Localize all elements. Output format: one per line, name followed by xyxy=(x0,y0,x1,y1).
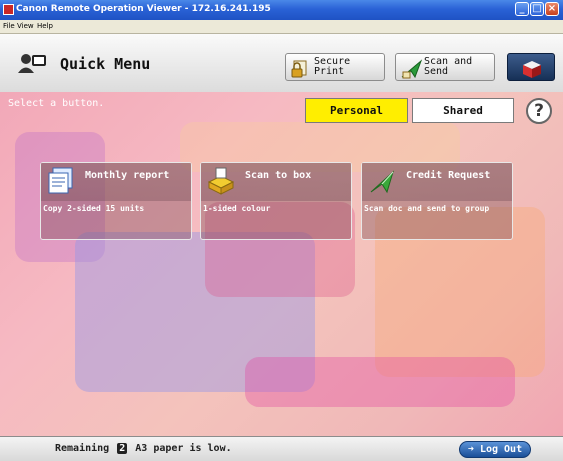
scan-to-box-icon xyxy=(206,166,236,196)
credit-request-desc: Scan doc and send to group xyxy=(364,204,490,213)
menu-file[interactable]: File xyxy=(3,22,15,30)
scan-to-box-title: Scan to box xyxy=(245,170,312,181)
scan-to-box-button[interactable]: Scan to box 1-sided colour xyxy=(200,162,352,240)
title-bar[interactable]: Canon Remote Operation Viewer - 172.16.2… xyxy=(0,0,563,20)
tab-shared[interactable]: Shared xyxy=(412,98,514,123)
status-prefix: Remaining xyxy=(55,443,110,454)
background-shape xyxy=(245,357,515,407)
minimize-icon[interactable]: _ xyxy=(515,2,529,16)
scan-send-label-2: Send xyxy=(424,66,449,77)
scan-send-icon xyxy=(367,166,397,196)
menu-view[interactable]: View xyxy=(17,22,34,30)
header-bar: Quick Menu Secure Print Scan and Send xyxy=(0,34,563,93)
status-monitor-button[interactable] xyxy=(507,53,555,81)
menu-help[interactable]: Help xyxy=(37,22,53,30)
status-message: Remaining 2 A3 paper is low. xyxy=(55,443,232,454)
tab-personal[interactable]: Personal xyxy=(305,98,408,123)
logout-label: Log Out xyxy=(479,444,523,455)
secure-print-icon xyxy=(291,59,313,79)
logout-button[interactable]: ➜ Log Out xyxy=(459,441,531,458)
copy-icon xyxy=(46,166,76,196)
cube-icon xyxy=(521,59,543,79)
app-window: Canon Remote Operation Viewer - 172.16.2… xyxy=(0,0,563,461)
menu-bar: File View Help xyxy=(0,20,563,34)
paper-tray-badge: 2 xyxy=(117,443,128,454)
scan-and-send-button[interactable]: Scan and Send xyxy=(395,53,495,81)
monthly-report-button[interactable]: Monthly report Copy 2-sided 15 units xyxy=(40,162,192,240)
page-title: Quick Menu xyxy=(60,55,151,73)
secure-print-label-2: Print xyxy=(314,66,345,77)
credit-request-button[interactable]: Credit Request Scan doc and send to grou… xyxy=(361,162,513,240)
window-title: Canon Remote Operation Viewer - 172.16.2… xyxy=(16,4,271,14)
monthly-report-desc: Copy 2-sided 15 units xyxy=(43,204,145,213)
quick-menu-icon xyxy=(18,52,48,74)
secure-print-button[interactable]: Secure Print xyxy=(285,53,385,81)
status-bar: Remaining 2 A3 paper is low. ➜ Log Out xyxy=(0,436,563,461)
help-button[interactable]: ? xyxy=(526,98,552,124)
app-icon xyxy=(3,4,14,15)
credit-request-title: Credit Request xyxy=(406,170,491,181)
monthly-report-title: Monthly report xyxy=(85,170,170,181)
scan-to-box-desc: 1-sided colour xyxy=(203,204,271,213)
close-icon[interactable]: × xyxy=(545,2,559,16)
scan-send-icon xyxy=(401,59,423,79)
select-prompt: Select a button. xyxy=(8,98,105,109)
status-text: A3 paper is low. xyxy=(135,443,232,454)
quick-menu-area: Select a button. Personal Shared ? Month… xyxy=(0,92,563,436)
maximize-icon[interactable]: □ xyxy=(530,2,544,16)
logout-icon: ➜ xyxy=(467,444,474,455)
